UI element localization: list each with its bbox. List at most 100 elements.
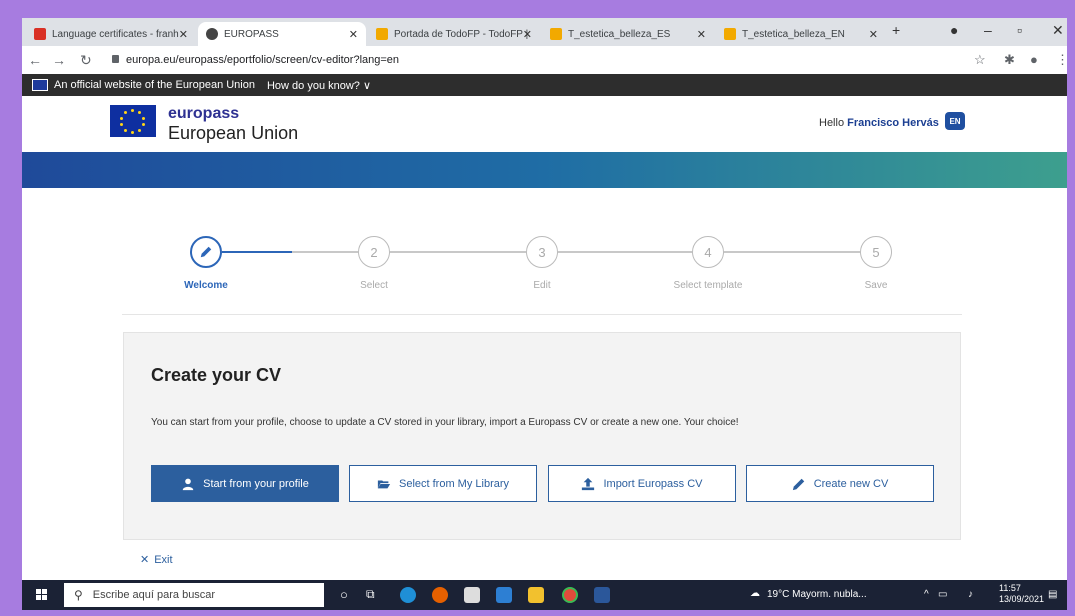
close-tab-icon[interactable]: ✕ [523, 28, 532, 41]
search-icon: ⚲ [74, 588, 83, 602]
avatar-icon[interactable]: ● [1030, 52, 1038, 67]
close-tab-icon[interactable]: ✕ [349, 28, 358, 41]
lock-icon [112, 55, 119, 63]
windows-taskbar: ⚲ Escribe aquí para buscar ○ ⧉ ☁ 19°C Ma… [22, 580, 1067, 610]
browser-window: Language certificates - franh ✕ EUROPASS… [22, 18, 1067, 610]
taskbar-search-input[interactable]: ⚲ Escribe aquí para buscar [64, 583, 324, 607]
cv-stepper: 2 3 4 5 Welcome Select Edit Select templ… [22, 236, 1067, 296]
language-selector[interactable]: EN [945, 112, 965, 130]
task-view-icon[interactable]: ⧉ [366, 587, 375, 602]
eu-flag-logo [110, 105, 156, 137]
word-icon[interactable] [594, 587, 610, 603]
step-line [558, 251, 692, 253]
step-line [724, 251, 860, 253]
doc-icon [550, 28, 562, 40]
step-label-edit: Edit [533, 280, 551, 291]
doc-icon [724, 28, 736, 40]
eu-banner-text: An official website of the European Unio… [54, 79, 255, 91]
close-tab-icon[interactable]: ✕ [869, 28, 878, 41]
pencil-icon [200, 246, 212, 258]
tab-label: EUROPASS [224, 28, 279, 40]
step-save[interactable]: 5 [860, 236, 892, 268]
create-new-cv-button[interactable]: Create new CV [746, 465, 934, 502]
site-header: europass European Union Hello Francisco … [22, 96, 1067, 152]
firefox-icon[interactable] [432, 587, 448, 603]
tray-up-icon[interactable]: ^ [924, 589, 929, 600]
create-cv-panel: Create your CV You can start from your p… [123, 332, 961, 540]
header-gradient-band [22, 152, 1067, 188]
eu-flag-icon [32, 79, 48, 91]
close-tab-icon[interactable]: ✕ [697, 28, 706, 41]
tab-estetica-en[interactable]: T_estetica_belleza_EN ✕ [716, 22, 886, 46]
file-explorer-icon[interactable] [528, 587, 544, 603]
pencil-icon [792, 478, 804, 490]
step-line [390, 251, 526, 253]
europass-logo-text[interactable]: europass [168, 105, 239, 123]
profile-dot-icon[interactable]: ● [950, 22, 958, 38]
todofp-icon [376, 28, 388, 40]
mail-icon[interactable] [496, 587, 512, 603]
chrome-icon[interactable] [562, 587, 578, 603]
minimize-icon[interactable]: – [984, 22, 992, 38]
page-title: Create your CV [151, 365, 282, 385]
gmail-icon [34, 28, 46, 40]
tab-todofp[interactable]: Portada de TodoFP - TodoFP | ✕ [368, 22, 540, 46]
tab-label: Language certificates - franh [52, 28, 179, 40]
create-cv-description: You can start from your profile, choose … [151, 417, 739, 428]
extensions-icon[interactable]: ✱ [1004, 52, 1015, 68]
step-edit[interactable]: 3 [526, 236, 558, 268]
select-from-library-button[interactable]: Select from My Library [349, 465, 537, 502]
weather-text[interactable]: 19°C Mayorm. nubla... [767, 589, 867, 600]
upload-icon [582, 477, 595, 490]
volume-icon[interactable]: ♪ [968, 589, 973, 600]
step-label-select: Select [360, 280, 388, 291]
star-icon[interactable]: ☆ [974, 52, 986, 68]
globe-icon [206, 28, 218, 40]
european-union-text: European Union [168, 123, 299, 143]
step-select-template[interactable]: 4 [692, 236, 724, 268]
close-tab-icon[interactable]: ✕ [179, 28, 188, 41]
reload-icon[interactable]: ↻ [80, 52, 92, 69]
step-label-welcome: Welcome [184, 280, 228, 291]
folder-open-icon [377, 480, 391, 488]
import-europass-cv-button[interactable]: Import Europass CV [548, 465, 736, 502]
address-bar: ← → ↻ europa.eu/europass/eportfolio/scre… [22, 46, 1067, 75]
tab-estetica-es[interactable]: T_estetica_belleza_ES ✕ [542, 22, 714, 46]
url-field[interactable]: europa.eu/europass/eportfolio/screen/cv-… [126, 54, 399, 66]
store-icon[interactable] [464, 587, 480, 603]
tab-europass[interactable]: EUROPASS ✕ [198, 22, 366, 46]
step-line [292, 251, 358, 253]
new-tab-button[interactable]: + [892, 22, 900, 38]
user-name-link[interactable]: Francisco Hervás [847, 117, 939, 129]
cortana-icon[interactable]: ○ [340, 587, 348, 602]
tab-label: T_estetica_belleza_EN [742, 28, 845, 40]
start-from-profile-button[interactable]: Start from your profile [151, 465, 339, 502]
user-greeting: Hello Francisco Hervás [819, 117, 939, 129]
windows-start-icon[interactable] [36, 589, 48, 601]
forward-icon[interactable]: → [52, 52, 66, 68]
taskbar-clock[interactable]: 11:57 13/09/2021 [999, 583, 1044, 605]
close-window-icon[interactable]: ✕ [1052, 22, 1064, 39]
how-do-you-know-link[interactable]: How do you know? ∨ [267, 79, 371, 92]
step-select[interactable]: 2 [358, 236, 390, 268]
step-label-save: Save [864, 280, 888, 291]
tab-language-certificates[interactable]: Language certificates - franh ✕ [26, 22, 196, 46]
restore-icon[interactable]: ▫ [1017, 22, 1022, 38]
tab-label: T_estetica_belleza_ES [568, 28, 671, 40]
notifications-icon[interactable]: ▤ [1048, 589, 1057, 600]
tab-label: Portada de TodoFP - TodoFP | [394, 28, 529, 40]
close-icon: ✕ [140, 554, 150, 566]
user-icon [182, 478, 194, 490]
step-progress-line [222, 251, 292, 253]
back-icon[interactable]: ← [28, 52, 42, 68]
weather-icon: ☁ [750, 588, 760, 599]
step-label-select-template: Select template [673, 280, 743, 291]
menu-icon[interactable]: ⋮ [1056, 52, 1067, 68]
eu-official-banner: An official website of the European Unio… [22, 74, 1067, 96]
tab-strip: Language certificates - franh ✕ EUROPASS… [22, 18, 1067, 46]
divider [122, 314, 962, 315]
network-icon[interactable]: ▭ [938, 589, 947, 600]
edge-icon[interactable] [400, 587, 416, 603]
exit-link[interactable]: ✕ Exit [140, 553, 173, 567]
step-welcome[interactable] [190, 236, 222, 268]
